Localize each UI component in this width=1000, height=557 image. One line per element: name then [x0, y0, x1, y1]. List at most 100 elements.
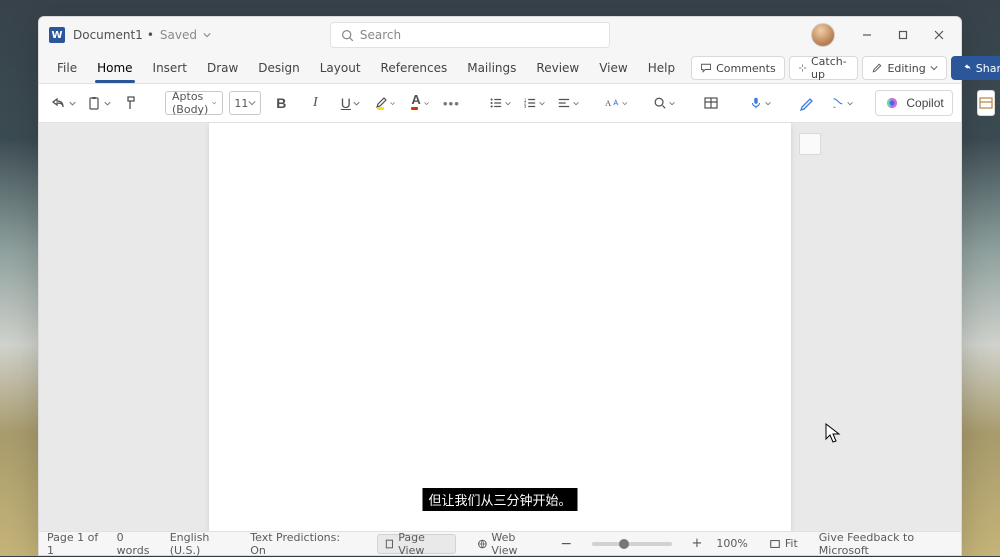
italic-icon: I — [313, 95, 318, 111]
chevron-down-icon — [203, 31, 211, 39]
highlighter-icon — [373, 93, 388, 113]
chevron-down-icon — [69, 100, 76, 107]
designer-button[interactable] — [827, 89, 855, 117]
comments-label: Comments — [716, 62, 776, 75]
feedback-link[interactable]: Give Feedback to Microsoft — [819, 531, 953, 557]
share-icon — [960, 62, 972, 74]
status-language[interactable]: English (U.S.) — [170, 531, 237, 557]
ribbon-tabs: File Home Insert Draw Design Layout Refe… — [39, 53, 961, 83]
number-list-icon: 123 — [523, 95, 537, 111]
find-button[interactable] — [649, 89, 677, 117]
status-text-predictions[interactable]: Text Predictions: On — [250, 531, 348, 557]
microphone-icon — [749, 95, 763, 111]
word-app-icon — [49, 27, 65, 43]
header-footer-tab[interactable] — [799, 133, 821, 155]
tab-references[interactable]: References — [373, 57, 456, 79]
bullets-button[interactable] — [485, 89, 513, 117]
chevron-down-icon — [212, 99, 216, 107]
chevron-down-icon — [573, 100, 579, 107]
underline-icon: U — [341, 95, 351, 111]
find-icon — [653, 95, 667, 111]
bold-icon: B — [276, 95, 286, 111]
chevron-down-icon — [505, 100, 511, 107]
chevron-down-icon — [622, 100, 628, 107]
chevron-down-icon — [248, 99, 256, 107]
copilot-label: Copilot — [906, 96, 943, 110]
chevron-down-icon — [847, 100, 853, 107]
search-box[interactable]: Search — [330, 22, 610, 48]
highlight-color-button[interactable] — [369, 89, 397, 117]
dictate-button[interactable] — [745, 89, 773, 117]
chevron-down-icon — [104, 100, 111, 107]
more-font-button[interactable]: ••• — [437, 89, 465, 117]
font-size-select[interactable]: 11 — [229, 91, 261, 115]
styles-button[interactable]: A — [601, 89, 629, 117]
underline-button[interactable]: U — [335, 89, 363, 117]
web-view-label: Web View — [491, 531, 539, 557]
align-button[interactable] — [553, 89, 581, 117]
user-avatar[interactable] — [811, 23, 835, 47]
editing-label: Editing — [887, 62, 925, 75]
editing-mode-button[interactable]: Editing — [862, 56, 946, 80]
fit-icon — [769, 538, 781, 550]
tab-mailings[interactable]: Mailings — [459, 57, 524, 79]
web-view-button[interactable]: Web View — [470, 534, 547, 554]
catch-up-button[interactable]: Catch-up — [789, 56, 859, 80]
copilot-button[interactable]: Copilot — [875, 90, 952, 116]
style-gallery-button[interactable] — [973, 89, 1000, 117]
status-word-count[interactable]: 0 words — [117, 531, 156, 557]
format-painter-button[interactable] — [117, 89, 145, 117]
paste-button[interactable] — [82, 89, 113, 117]
tab-design[interactable]: Design — [250, 57, 307, 79]
maximize-button[interactable] — [885, 17, 921, 53]
document-name: Document1 — [73, 28, 143, 42]
tab-insert[interactable]: Insert — [145, 57, 195, 79]
page[interactable] — [209, 123, 791, 531]
tab-review[interactable]: Review — [528, 57, 587, 79]
table-button[interactable] — [697, 89, 725, 117]
status-page[interactable]: Page 1 of 1 — [47, 531, 103, 557]
sparkle-icon — [798, 62, 807, 74]
zoom-out-button[interactable]: − — [560, 536, 572, 552]
chevron-down-icon — [765, 100, 771, 107]
font-color-button[interactable]: A — [403, 89, 431, 117]
comment-icon — [700, 62, 712, 74]
pencil-icon — [871, 62, 883, 74]
share-button[interactable]: Share — [951, 56, 1000, 80]
mouse-cursor-icon — [825, 423, 841, 445]
numbering-button[interactable]: 123 — [519, 89, 547, 117]
tab-view[interactable]: View — [591, 57, 635, 79]
tab-file[interactable]: File — [49, 57, 85, 79]
table-icon — [703, 95, 719, 111]
document-canvas[interactable]: 但让我们从三分钟开始。 — [39, 123, 961, 531]
italic-button[interactable]: I — [301, 89, 329, 117]
word-window: Document1 • Saved Search File Home Inser… — [38, 16, 962, 556]
comments-button[interactable]: Comments — [691, 56, 785, 80]
ribbon-toolbar: Aptos (Body) 11 B I U A ••• — [39, 83, 961, 123]
clipboard-icon — [86, 95, 102, 111]
tab-layout[interactable]: Layout — [312, 57, 369, 79]
close-button[interactable] — [921, 17, 957, 53]
status-bar: Page 1 of 1 0 words English (U.S.) Text … — [39, 531, 961, 555]
align-left-icon — [557, 95, 571, 111]
bold-button[interactable]: B — [267, 89, 295, 117]
zoom-in-button[interactable]: + — [692, 536, 703, 551]
zoom-slider[interactable] — [592, 542, 671, 546]
chevron-down-icon — [424, 100, 429, 107]
editor-button[interactable] — [793, 89, 821, 117]
tab-help[interactable]: Help — [640, 57, 683, 79]
minimize-button[interactable] — [849, 17, 885, 53]
page-view-button[interactable]: Page View — [377, 534, 456, 554]
fit-label: Fit — [785, 537, 798, 550]
font-name-select[interactable]: Aptos (Body) — [165, 91, 223, 115]
tab-draw[interactable]: Draw — [199, 57, 246, 79]
fit-button[interactable]: Fit — [762, 534, 805, 554]
bullet: • — [147, 28, 154, 42]
zoom-level[interactable]: 100% — [716, 537, 747, 550]
font-color-icon: A — [407, 93, 422, 113]
tab-home[interactable]: Home — [89, 57, 140, 79]
chevron-down-icon — [669, 100, 675, 107]
zoom-slider-thumb[interactable] — [619, 539, 629, 549]
undo-button[interactable] — [47, 89, 78, 117]
document-title[interactable]: Document1 • Saved — [73, 28, 211, 42]
